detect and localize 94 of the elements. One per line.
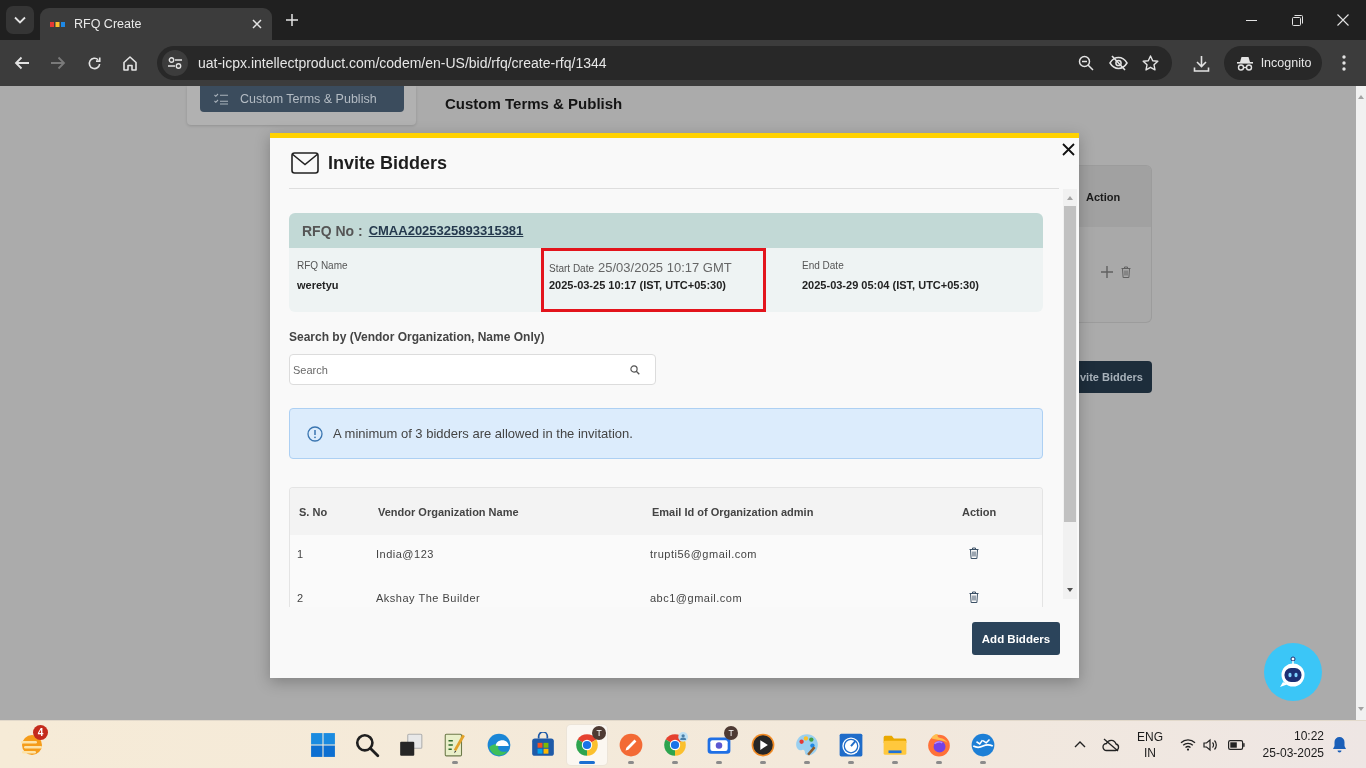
field-label: End Date (802, 260, 844, 271)
clock-button[interactable]: 10:22 25-03-2025 (1258, 724, 1328, 765)
trash-icon (969, 591, 979, 603)
search-field[interactable]: Search (289, 354, 656, 385)
restore-icon (1291, 14, 1303, 26)
arrow-left-icon (14, 56, 30, 70)
dialog-title: Invite Bidders (328, 152, 448, 174)
more-icon (1342, 55, 1346, 71)
gauge-icon (838, 731, 864, 758)
start-icon (310, 731, 336, 758)
eye-slash-icon (1108, 55, 1128, 71)
field-value: 2025-03-25 10:17 (IST, UTC+05:30) (549, 278, 726, 292)
field-value: 2025-03-29 05:04 (IST, UTC+05:30) (802, 278, 979, 292)
volume-icon (1203, 737, 1219, 752)
hat-glasses-icon (1235, 55, 1254, 71)
three-squares-icon (50, 21, 65, 27)
search-label: Search by (Vendor Organization, Name Only) (289, 330, 545, 344)
column-header: Vendor Organization Name (378, 505, 519, 518)
close-icon (1062, 143, 1075, 156)
trash-icon[interactable] (1121, 266, 1131, 278)
arrow-right-icon (50, 56, 66, 70)
column-header: Email Id of Organization admin (652, 505, 814, 518)
dialog-scrollbar[interactable] (1063, 189, 1077, 599)
taskbar-app-button[interactable]: T (699, 724, 739, 765)
zoom-out-icon (1078, 55, 1094, 71)
add-bidders-button[interactable]: Add Bidders (972, 622, 1060, 655)
avatar-badge: T (724, 725, 738, 740)
swirl-icon (486, 731, 512, 758)
sliders-icon (168, 57, 182, 69)
minimize-icon (1245, 19, 1257, 21)
table-cell: Akshay The Builder (376, 592, 481, 604)
download-icon (1192, 54, 1210, 72)
close-icon (1337, 14, 1349, 26)
trash-icon (969, 547, 979, 559)
envelope-icon (291, 152, 319, 174)
notepad-pencil-icon (442, 731, 468, 758)
delete-button[interactable] (968, 546, 980, 560)
page-heading: Custom Terms & Publish (445, 95, 623, 112)
table-cell: 2 (297, 592, 304, 604)
page-scrollbar[interactable] (1356, 86, 1366, 720)
sidebar-button[interactable]: Custom Terms & Publish (200, 86, 404, 112)
site-info-button[interactable] (162, 50, 188, 76)
column-header: S. No (299, 505, 328, 518)
tricolor-circle-person-icon (662, 731, 688, 758)
pen-icon (618, 731, 644, 758)
info-icon (307, 425, 323, 442)
field-value: weretyu (297, 278, 339, 292)
close-icon (252, 19, 262, 29)
rfq-number-label: RFQ No : (302, 222, 363, 239)
chevron-up-icon (1074, 741, 1086, 748)
avatar-badge: T (592, 725, 606, 740)
home-icon (122, 55, 138, 71)
wifi-icon (1180, 738, 1196, 751)
plus-icon[interactable] (1101, 266, 1113, 278)
browser-tab[interactable]: RFQ Create (40, 8, 272, 40)
language-button[interactable]: ENG IN (1135, 724, 1165, 765)
battery-icon (1228, 739, 1245, 750)
bell-icon (1331, 736, 1347, 753)
column-header: Action (962, 505, 997, 518)
table-cell: abc1@gmail.com (650, 592, 743, 604)
table-cell: trupti56@gmail.com (650, 548, 757, 560)
tab-list-button[interactable] (6, 6, 34, 34)
chevron-down-icon (14, 16, 26, 24)
close-button[interactable] (1061, 142, 1076, 157)
weather-button[interactable]: 4 (14, 724, 50, 765)
overlapping-squares-icon (398, 731, 424, 758)
delete-button[interactable] (968, 590, 980, 604)
field-label: Start Date (549, 263, 595, 274)
search-icon (354, 731, 380, 758)
cloud-off-icon (1102, 737, 1120, 752)
address-bar[interactable]: uat-icpx.intellectproduct.com/codem/en-US/bid/rfq/create-rfq/1344 (157, 46, 1172, 80)
table-cell: India@123 (376, 548, 434, 560)
info-message: A minimum of 3 bidders are allowed in the invitation. (333, 426, 633, 441)
play-icon (750, 731, 776, 758)
field-label: RFQ Name (297, 260, 348, 271)
flame-globe-icon (926, 731, 952, 758)
taskbar-app-button[interactable]: T (567, 724, 607, 765)
reload-icon (86, 55, 102, 71)
invite-bidders-button[interactable]: vite Bidders (1079, 361, 1152, 393)
profile-button[interactable]: Incognito (1224, 46, 1322, 80)
rfq-number-link[interactable]: CMAA2025325893315381 (368, 223, 524, 238)
field-note: 25/03/2025 10:17 GMT (598, 260, 732, 275)
shopping-bag-icon (530, 731, 556, 758)
search-icon (630, 365, 640, 375)
star-icon (1141, 55, 1159, 71)
chatbot-button[interactable] (1264, 643, 1322, 701)
tricolor-circle-icon (574, 731, 600, 758)
palette-icon (794, 731, 820, 758)
waves-icon (970, 731, 996, 758)
table-cell: 1 (297, 548, 304, 560)
plus-icon (286, 14, 298, 26)
checklist-icon (214, 93, 228, 105)
column-header: Action (1086, 190, 1121, 203)
notification-badge: 4 (33, 724, 48, 740)
